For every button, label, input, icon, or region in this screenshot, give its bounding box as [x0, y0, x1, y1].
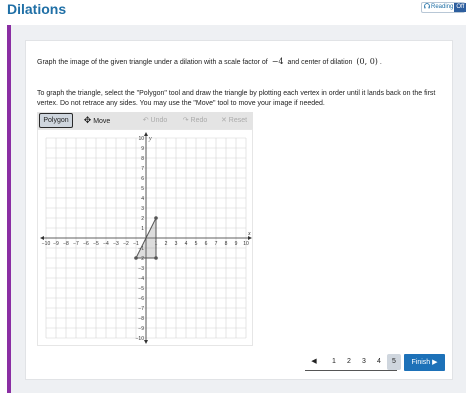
y-tick-label: −4 — [138, 276, 144, 282]
y-tick-label: −10 — [136, 336, 145, 342]
x-tick-label: 2 — [165, 241, 168, 247]
x-tick-label: −3 — [113, 241, 119, 247]
undo-icon: ↶ — [142, 117, 149, 124]
x-axis-label: x — [247, 231, 251, 237]
undo-label: Undo — [150, 117, 168, 124]
scale-factor: −4 — [271, 57, 284, 66]
question-prefix: Graph the image of the given triangle un… — [37, 59, 268, 66]
graph-toolbar: Polygon ✥ Move ↶ Undo ↷ Redo ✕ Reset — [37, 112, 253, 129]
triangle-vertex — [134, 256, 138, 260]
x-axis-arrow-left-icon — [40, 236, 44, 240]
triangle-vertex — [154, 216, 158, 220]
y-tick-label: −7 — [138, 306, 144, 312]
x-tick-label: 5 — [195, 241, 198, 247]
polygon-tool-button[interactable]: Polygon — [39, 113, 73, 128]
top-bar: Dilations Reading Off — [0, 0, 474, 22]
y-tick-label: −8 — [138, 316, 144, 322]
move-tool-button[interactable]: ✥ Move — [77, 112, 117, 129]
x-tick-label: −7 — [73, 241, 79, 247]
page-button-1[interactable]: 1 — [327, 354, 341, 370]
redo-icon: ↷ — [182, 117, 189, 124]
y-tick-label: 8 — [141, 156, 144, 162]
coordinate-grid[interactable]: xy−10−9−8−7−6−5−4−3−2−112345678910109876… — [37, 129, 253, 346]
page-title: Dilations — [7, 1, 67, 17]
x-tick-label: 10 — [243, 241, 249, 247]
y-tick-label: −3 — [138, 266, 144, 272]
redo-label: Redo — [190, 117, 208, 124]
x-tick-label: 7 — [215, 241, 218, 247]
page-button-5[interactable]: 5 — [387, 354, 401, 370]
move-label: Move — [93, 118, 111, 125]
y-tick-label: −9 — [138, 326, 144, 332]
page-button-2[interactable]: 2 — [342, 354, 356, 370]
graph-canvas[interactable]: xy−10−9−8−7−6−5−4−3−2−112345678910109876… — [38, 130, 254, 347]
y-tick-label: 1 — [141, 226, 144, 232]
y-tick-label: 5 — [141, 186, 144, 192]
x-tick-label: 4 — [185, 241, 188, 247]
reset-label: Reset — [228, 117, 248, 124]
y-tick-label: 9 — [141, 146, 144, 152]
x-tick-label: −4 — [103, 241, 109, 247]
x-tick-label: −8 — [63, 241, 69, 247]
x-tick-label: 8 — [225, 241, 228, 247]
x-tick-label: −10 — [42, 241, 51, 247]
reading-state: Off — [454, 3, 467, 12]
y-tick-label: 7 — [141, 166, 144, 172]
x-tick-label: 9 — [235, 241, 238, 247]
reset-button[interactable]: ✕ Reset — [217, 112, 251, 129]
x-tick-label: −9 — [53, 241, 59, 247]
y-tick-label: −6 — [138, 296, 144, 302]
chevron-right-icon: ▶ — [432, 359, 438, 366]
page-button-4[interactable]: 4 — [372, 354, 386, 370]
finish-button[interactable]: Finish ▶ — [404, 354, 445, 371]
x-tick-label: −6 — [83, 241, 89, 247]
finish-label: Finish — [411, 359, 431, 366]
headphones-icon — [424, 3, 430, 9]
x-tick-label: −2 — [123, 241, 129, 247]
question-middle: and center of dilation — [287, 59, 353, 66]
page-navigation: 12345 — [305, 354, 401, 371]
instructions: To graph the triangle, select the "Polyg… — [37, 90, 436, 107]
move-icon: ✥ — [83, 115, 92, 125]
question-suffix: . — [379, 59, 382, 66]
y-tick-label: −5 — [138, 286, 144, 292]
y-tick-label: 10 — [138, 136, 144, 142]
y-axis-arrow-up-icon — [144, 132, 148, 136]
x-tick-label: 3 — [175, 241, 178, 247]
x-tick-label: −5 — [93, 241, 99, 247]
page-button-3[interactable]: 3 — [357, 354, 371, 370]
y-tick-label: 3 — [141, 206, 144, 212]
reading-label: Reading — [431, 4, 454, 10]
triangle-vertex — [154, 256, 158, 260]
y-axis-arrow-down-icon — [144, 340, 148, 344]
question-text: Graph the image of the given triangle un… — [37, 57, 382, 66]
y-tick-label: 4 — [141, 196, 144, 202]
y-tick-label: 2 — [141, 216, 144, 222]
reset-icon: ✕ — [220, 117, 227, 124]
y-axis-label: y — [148, 136, 152, 142]
reading-toggle[interactable]: Reading Off — [421, 2, 467, 13]
undo-button[interactable]: ↶ Undo — [139, 112, 171, 129]
accent-bar — [7, 25, 11, 393]
x-tick-label: 6 — [205, 241, 208, 247]
y-tick-label: 6 — [141, 176, 144, 182]
redo-button[interactable]: ↷ Redo — [179, 112, 211, 129]
dilation-center: (0, 0) — [356, 57, 378, 66]
